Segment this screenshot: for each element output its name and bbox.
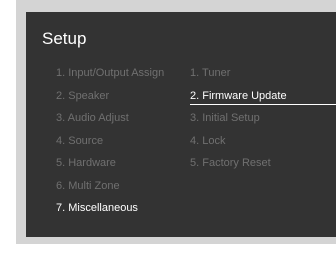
page-title: Setup [42,29,87,48]
menu-item-multi-zone[interactable]: 6. Multi Zone [56,179,164,202]
submenu-item-firmware-update[interactable]: 2. Firmware Update [190,89,287,112]
submenu-item-lock[interactable]: 4. Lock [190,134,287,157]
submenu-item-initial-setup[interactable]: 3. Initial Setup [190,111,287,134]
menu-item-audio-adjust[interactable]: 3. Audio Adjust [56,111,164,134]
selection-underline [190,104,336,105]
main-menu: 1. Input/Output Assign 2. Speaker 3. Aud… [56,66,164,224]
menu-item-speaker[interactable]: 2. Speaker [56,89,164,112]
submenu-item-tuner[interactable]: 1. Tuner [190,66,287,89]
menu-item-hardware[interactable]: 5. Hardware [56,156,164,179]
menu-item-miscellaneous[interactable]: 7. Miscellaneous [56,201,164,224]
submenu-item-factory-reset[interactable]: 5. Factory Reset [190,156,287,179]
menu-item-input-output-assign[interactable]: 1. Input/Output Assign [56,66,164,89]
submenu: 1. Tuner 2. Firmware Update 3. Initial S… [190,66,287,179]
menu-item-source[interactable]: 4. Source [56,134,164,157]
